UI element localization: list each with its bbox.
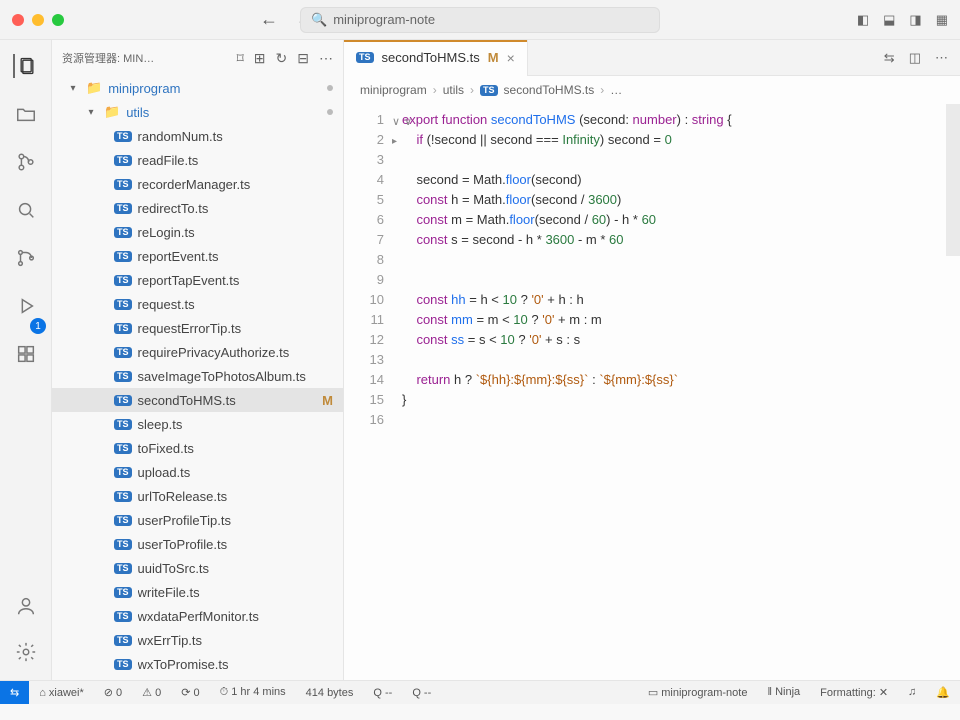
close-icon[interactable]: ×	[507, 50, 515, 66]
file-requestErrorTip-ts[interactable]: TSrequestErrorTip.ts	[52, 316, 343, 340]
file-wxdataPerfMonitor-ts[interactable]: TSwxdataPerfMonitor.ts	[52, 604, 343, 628]
file-saveImageToPhotosAlbum-ts[interactable]: TSsaveImageToPhotosAlbum.ts	[52, 364, 343, 388]
status-bar: ⇆ ⌂ xiawei* ⊘ 0 ⚠ 0 ⟳ 0 ⏱ 1 hr 4 mins 41…	[0, 680, 960, 704]
file-randomNum-ts[interactable]: TSrandomNum.ts	[52, 124, 343, 148]
time-tracker[interactable]: ⏱ 1 hr 4 mins	[210, 681, 296, 704]
file-writeFile-ts[interactable]: TSwriteFile.ts	[52, 580, 343, 604]
folder-miniprogram[interactable]: ▾📁miniprogram	[52, 76, 343, 100]
project-name: miniprogram-note	[333, 12, 435, 27]
extensions-icon[interactable]	[14, 342, 38, 366]
new-folder-icon[interactable]: ⊞	[254, 50, 266, 67]
titlebar: ← → 🔍 miniprogram-note ◧ ⬓ ◨ ▦	[0, 0, 960, 40]
audio-icon[interactable]: ♫	[898, 686, 926, 698]
formatting-status[interactable]: Formatting: ✕	[810, 686, 898, 699]
crumb-0[interactable]: miniprogram	[360, 83, 427, 97]
file-size: 414 bytes	[296, 681, 364, 704]
editor[interactable]: ∨∨ ▸ 12345678910111213141516 export func…	[344, 104, 960, 680]
explorer-title: 资源管理器: MIN…	[62, 50, 229, 66]
more-tab-icon[interactable]: ⋯	[935, 50, 948, 66]
breadcrumb[interactable]: miniprogram› utils› TS secondToHMS.ts› …	[344, 76, 960, 104]
file-reportTapEvent-ts[interactable]: TSreportTapEvent.ts	[52, 268, 343, 292]
ninja-status[interactable]: ‖ Ninja	[757, 686, 810, 698]
panel-left-icon[interactable]: ◧	[857, 12, 869, 28]
file-userProfileTip-ts[interactable]: TSuserProfileTip.ts	[52, 508, 343, 532]
account-icon[interactable]	[14, 594, 38, 618]
q-status-2[interactable]: Q --	[402, 681, 441, 704]
split-icon[interactable]: ◫	[909, 50, 921, 66]
editor-group: TS secondToHMS.ts M × ⇆ ◫ ⋯ miniprogram›…	[344, 40, 960, 680]
file-wxToPromise-ts[interactable]: TSwxToPromise.ts	[52, 652, 343, 676]
panel-bottom-icon[interactable]: ⬓	[883, 12, 895, 28]
zoom-window[interactable]	[52, 14, 64, 26]
fold-marker[interactable]: ▸	[392, 132, 397, 152]
explorer-icon[interactable]	[13, 54, 37, 78]
crumb-1[interactable]: utils	[443, 83, 464, 97]
explorer-header: 资源管理器: MIN… ⌑ ⊞ ↻ ⊟ ⋯	[52, 40, 343, 76]
tab-bar: TS secondToHMS.ts M × ⇆ ◫ ⋯	[344, 40, 960, 76]
file-uuidToSrc-ts[interactable]: TSuuidToSrc.ts	[52, 556, 343, 580]
ts-icon: TS	[356, 52, 374, 63]
warnings[interactable]: ⚠ 0	[132, 681, 171, 704]
folder-utils[interactable]: ▾📁utils	[52, 100, 343, 124]
line-gutter: 12345678910111213141516	[344, 104, 394, 680]
sync[interactable]: ⟳ 0	[171, 681, 209, 704]
file-userToProfile-ts[interactable]: TSuserToProfile.ts	[52, 532, 343, 556]
explorer-sidebar: 资源管理器: MIN… ⌑ ⊞ ↻ ⊟ ⋯ ▾📁miniprogram▾📁uti…	[52, 40, 344, 680]
file-recorderManager-ts[interactable]: TSrecorderManager.ts	[52, 172, 343, 196]
file-redirectTo-ts[interactable]: TSredirectTo.ts	[52, 196, 343, 220]
tab-secondtohms[interactable]: TS secondToHMS.ts M ×	[344, 40, 528, 76]
file-secondToHMS-ts[interactable]: TSsecondToHMS.tsM	[52, 388, 343, 412]
crumb-3[interactable]: …	[610, 83, 622, 97]
grid-icon[interactable]: ▦	[936, 12, 948, 28]
layout-controls: ◧ ⬓ ◨ ▦	[857, 12, 948, 28]
file-toFixed-ts[interactable]: TStoFixed.ts	[52, 436, 343, 460]
gear-icon[interactable]	[14, 640, 38, 664]
code-lines[interactable]: export function secondToHMS (second: num…	[394, 104, 960, 680]
refresh-icon[interactable]: ↻	[276, 50, 288, 67]
file-tree[interactable]: ▾📁miniprogram▾📁utilsTSrandomNum.tsTSread…	[52, 76, 343, 680]
workspace[interactable]: ▭ miniprogram-note	[638, 686, 758, 699]
activity-bar: 1	[0, 40, 52, 680]
errors[interactable]: ⊘ 0	[94, 681, 132, 704]
tab-label: secondToHMS.ts	[382, 50, 480, 65]
crumb-2[interactable]: secondToHMS.ts	[504, 83, 595, 97]
nav-back-icon[interactable]: ←	[260, 9, 278, 30]
folder-open-icon[interactable]	[14, 102, 38, 126]
file-reportEvent-ts[interactable]: TSreportEvent.ts	[52, 244, 343, 268]
close-window[interactable]	[12, 14, 24, 26]
workbench: 1 资源管理器: MIN… ⌑ ⊞ ↻ ⊟ ⋯ ▾📁miniprogram▾📁u…	[0, 40, 960, 680]
file-upload-ts[interactable]: TSupload.ts	[52, 460, 343, 484]
source-control-icon[interactable]	[14, 150, 38, 174]
file-reLogin-ts[interactable]: TSreLogin.ts	[52, 220, 343, 244]
file-requirePrivacyAuthorize-ts[interactable]: TSrequirePrivacyAuthorize.ts	[52, 340, 343, 364]
fold-controls[interactable]: ∨∨	[392, 112, 412, 132]
search-activity-icon[interactable]	[14, 198, 38, 222]
file-sleep-ts[interactable]: TSsleep.ts	[52, 412, 343, 436]
collapse-icon[interactable]: ⊟	[297, 50, 309, 67]
more-icon[interactable]: ⋯	[319, 50, 333, 67]
command-center[interactable]: 🔍 miniprogram-note	[300, 7, 660, 33]
new-file-icon[interactable]: ⌑	[237, 50, 244, 67]
run-debug-icon[interactable]	[14, 294, 38, 318]
remote-indicator[interactable]: ⇆	[0, 681, 29, 704]
panel-right-icon[interactable]: ◨	[909, 12, 921, 28]
scm-icon[interactable]	[14, 246, 38, 270]
compare-icon[interactable]: ⇆	[884, 50, 895, 66]
bell-icon[interactable]: 🔔	[926, 686, 960, 699]
file-request-ts[interactable]: TSrequest.ts	[52, 292, 343, 316]
ts-icon: TS	[480, 85, 498, 96]
file-wxErrTip-ts[interactable]: TSwxErrTip.ts	[52, 628, 343, 652]
minimap[interactable]	[946, 104, 960, 484]
file-urlToRelease-ts[interactable]: TSurlToRelease.ts	[52, 484, 343, 508]
scm-badge: 1	[30, 318, 46, 334]
search-icon: 🔍	[311, 12, 327, 28]
q-status-1[interactable]: Q --	[363, 681, 402, 704]
window-controls	[12, 14, 64, 26]
git-branch[interactable]: ⌂ xiawei*	[29, 681, 94, 704]
file-readFile-ts[interactable]: TSreadFile.ts	[52, 148, 343, 172]
tab-status: M	[488, 50, 499, 65]
minimize-window[interactable]	[32, 14, 44, 26]
